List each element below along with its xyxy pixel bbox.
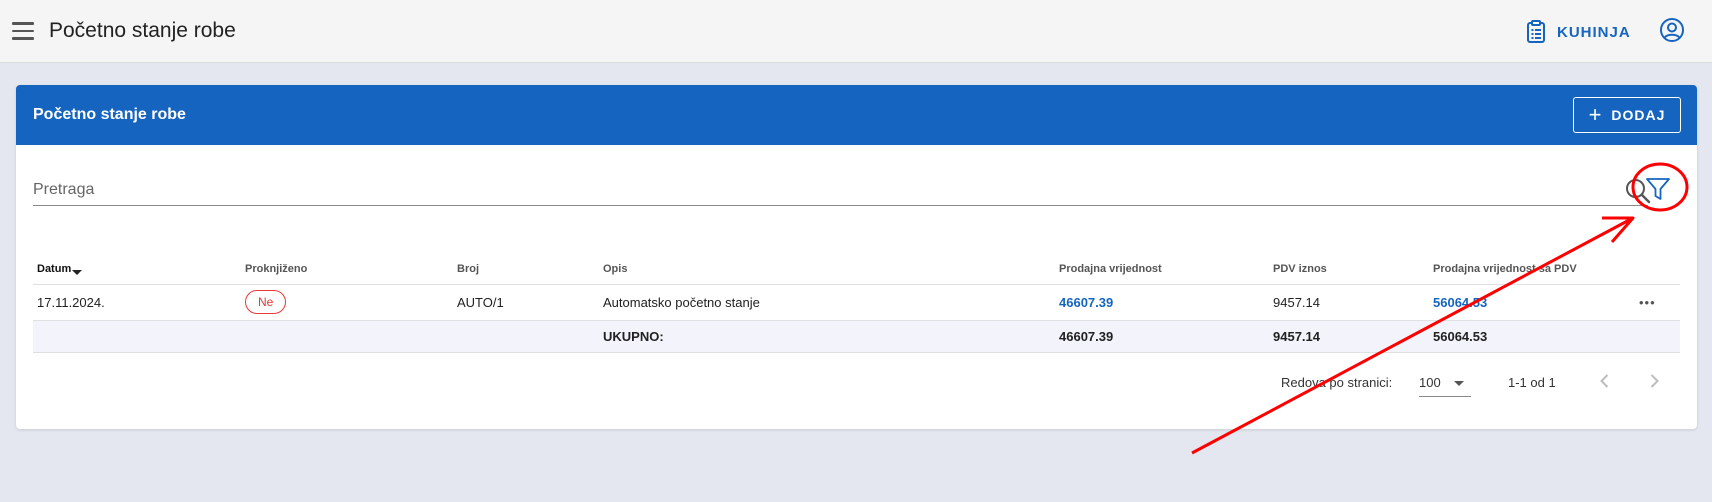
- kitchen-label: KUHINJA: [1557, 23, 1631, 41]
- status-badge: Ne: [245, 290, 287, 314]
- card-header: Početno stanje robe + DODAJ: [16, 85, 1697, 145]
- hamburger-menu-icon[interactable]: [12, 22, 34, 40]
- cell-proknjizeno: Ne: [241, 284, 453, 321]
- caret-down-icon: [1454, 381, 1464, 386]
- app-bar: Početno stanje robe KUHINJA: [0, 0, 1712, 63]
- cell-opis: Automatsko početno stanje: [599, 284, 1055, 321]
- search-input[interactable]: [33, 175, 1603, 205]
- column-header-datum[interactable]: Datum: [33, 255, 241, 285]
- cell-empty: [241, 320, 453, 353]
- rows-per-page-label: Redova po stranici:: [1281, 375, 1393, 390]
- table-row[interactable]: 17.11.2024. Ne AUTO/1 Automatsko početno…: [33, 284, 1680, 321]
- add-button[interactable]: + DODAJ: [1573, 97, 1681, 133]
- cell-pdv: 9457.14: [1269, 284, 1429, 321]
- clipboard-list-icon: [1527, 20, 1545, 43]
- total-pdv: 9457.14: [1269, 320, 1429, 353]
- column-header-actions: [1635, 255, 1680, 285]
- totals-label: UKUPNO:: [599, 320, 1055, 353]
- pagination: Redova po stranici: 100 1-1 od 1: [0, 367, 1712, 397]
- column-header-opis[interactable]: Opis: [599, 255, 1055, 285]
- prodajna-pdv-link[interactable]: 56064.53: [1433, 295, 1487, 310]
- cell-broj: AUTO/1: [453, 284, 599, 321]
- stock-table: Datum Proknjiženo Broj Opis Prodajna vri…: [33, 255, 1680, 353]
- column-header-broj[interactable]: Broj: [453, 255, 599, 285]
- kitchen-button[interactable]: KUHINJA: [1526, 17, 1631, 47]
- total-prodajna: 46607.39: [1055, 320, 1269, 353]
- cell-empty: [1635, 320, 1680, 353]
- card-title: Početno stanje robe: [33, 106, 186, 123]
- filter-icon[interactable]: [1644, 174, 1672, 209]
- prodajna-link[interactable]: 46607.39: [1059, 295, 1113, 310]
- cell-empty: [453, 320, 599, 353]
- column-header-pdv[interactable]: PDV iznos: [1269, 255, 1429, 285]
- search-field: [33, 175, 1651, 206]
- add-button-label: DODAJ: [1611, 107, 1666, 123]
- total-prodajna-pdv: 56064.53: [1429, 320, 1635, 353]
- column-header-prodajna-pdv[interactable]: Prodajna vrijednost sa PDV: [1429, 255, 1635, 285]
- account-circle-icon[interactable]: [1659, 17, 1685, 48]
- rows-per-page-value: 100: [1419, 375, 1441, 390]
- cell-datum: 17.11.2024.: [33, 284, 241, 321]
- chevron-right-icon[interactable]: [1644, 371, 1664, 394]
- plus-icon: +: [1588, 102, 1603, 127]
- more-actions-icon[interactable]: •••: [1635, 284, 1680, 321]
- page-range: 1-1 od 1: [1508, 375, 1556, 390]
- sort-descending-icon: [72, 270, 83, 276]
- totals-row: UKUPNO: 46607.39 9457.14 56064.53: [33, 320, 1680, 353]
- chevron-left-icon[interactable]: [1595, 371, 1615, 394]
- column-header-proknjizeno[interactable]: Proknjiženo: [241, 255, 453, 285]
- cell-empty: [33, 320, 241, 353]
- table-header-row: Datum Proknjiženo Broj Opis Prodajna vri…: [33, 255, 1680, 285]
- page-title: Početno stanje robe: [49, 19, 236, 42]
- cell-prodajna-pdv: 56064.53: [1429, 284, 1635, 321]
- column-header-prodajna[interactable]: Prodajna vrijednost: [1055, 255, 1269, 285]
- rows-per-page-select[interactable]: 100: [1419, 367, 1471, 397]
- column-header-datum-label: Datum: [37, 263, 72, 276]
- cell-prodajna: 46607.39: [1055, 284, 1269, 321]
